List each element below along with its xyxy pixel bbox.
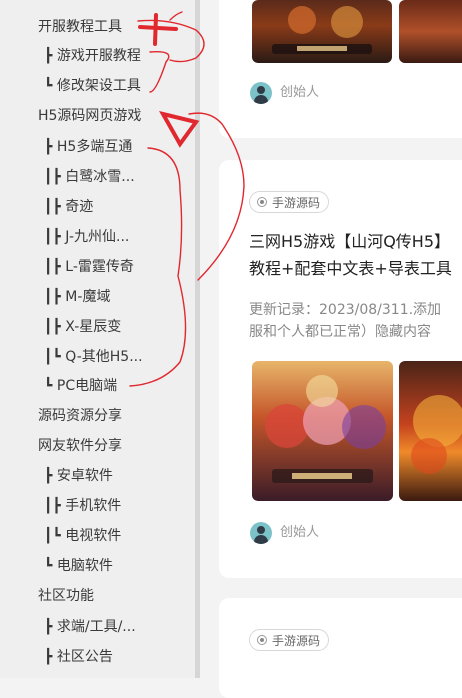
sidebar-item-bailu-bingxue[interactable]: ┃┣ 白鹭冰雪... bbox=[44, 166, 135, 188]
sidebar-item-source-sharing[interactable]: 源码资源分享 bbox=[38, 405, 122, 427]
post-card-1[interactable]: 创始人 bbox=[219, 0, 462, 138]
post-card-2[interactable]: 手游源码 三网H5游戏【山河Q传H5】 教程+配套中文表+导表工具 更新记录：2… bbox=[219, 160, 462, 578]
post-title-line-1[interactable]: 三网H5游戏【山河Q传H5】 bbox=[249, 229, 450, 255]
game-art-image bbox=[265, 375, 386, 483]
sidebar: 开服教程工具 ┣ 游戏开服教程 ┗ 修改架设工具 H5源码网页游戏 ┣ H5多端… bbox=[0, 0, 195, 678]
post-author[interactable]: 创始人 bbox=[250, 81, 319, 105]
post-author[interactable]: 创始人 bbox=[250, 521, 319, 545]
sidebar-item-h5-web-games[interactable]: H5源码网页游戏 bbox=[38, 105, 141, 127]
post-title-line-2[interactable]: 教程+配套中文表+导表工具 bbox=[249, 256, 452, 282]
avatar bbox=[250, 82, 272, 104]
post-thumbnail[interactable] bbox=[252, 361, 393, 501]
tag-icon bbox=[257, 197, 267, 207]
post-excerpt-line-1: 更新记录：2023/08/311.添加 bbox=[249, 302, 442, 318]
tag-label: 手游源码 bbox=[272, 634, 321, 648]
sidebar-scrollbar[interactable] bbox=[195, 0, 200, 678]
sidebar-item-pc[interactable]: ┗ PC电脑端 bbox=[44, 375, 117, 397]
sidebar-item-announcements[interactable]: ┣ 社区公告 bbox=[44, 646, 113, 668]
post-excerpt-line-2: 服和个人都已正常）隐藏内容 bbox=[249, 324, 431, 340]
post-thumbnail[interactable] bbox=[399, 361, 462, 501]
post-thumbnail[interactable] bbox=[399, 0, 462, 63]
sidebar-item-leiting-chuanqi[interactable]: ┃┣ L-雷霆传奇 bbox=[44, 256, 134, 278]
avatar bbox=[250, 522, 272, 544]
author-name: 创始人 bbox=[280, 525, 320, 540]
sidebar-item-requests-tools[interactable]: ┣ 求端/工具/... bbox=[44, 616, 136, 638]
game-art-image bbox=[411, 395, 462, 474]
tag-icon bbox=[257, 635, 267, 645]
sidebar-item-pc-software[interactable]: ┗ 电脑软件 bbox=[44, 555, 113, 577]
sidebar-item-user-software[interactable]: 网友软件分享 bbox=[38, 435, 122, 457]
tag-label: 手游源码 bbox=[272, 196, 321, 210]
sidebar-item-android-software[interactable]: ┣ 安卓软件 bbox=[44, 465, 113, 487]
sidebar-item-h5-multi-platform[interactable]: ┣ H5多端互通 bbox=[44, 136, 132, 158]
category-tag[interactable]: 手游源码 bbox=[249, 191, 330, 213]
sidebar-item-tv-software[interactable]: ┃┗ 电视软件 bbox=[44, 525, 121, 547]
sidebar-item-qiji[interactable]: ┃┣ 奇迹 bbox=[44, 196, 93, 218]
sidebar-item-game-server-tutorial[interactable]: ┣ 游戏开服教程 bbox=[44, 45, 141, 67]
sidebar-item-modify-setup-tools[interactable]: ┗ 修改架设工具 bbox=[44, 75, 141, 97]
sidebar-item-moyu[interactable]: ┃┣ M-魔域 bbox=[44, 286, 110, 308]
sidebar-item-other-h5[interactable]: ┃┗ Q-其他H5... bbox=[44, 346, 143, 368]
category-tag[interactable]: 手游源码 bbox=[249, 629, 330, 651]
sidebar-item-community[interactable]: 社区功能 bbox=[38, 585, 94, 607]
game-art-image bbox=[272, 6, 372, 54]
post-thumbnail[interactable] bbox=[252, 0, 392, 63]
post-card-3[interactable]: 手游源码 bbox=[219, 598, 462, 698]
sidebar-item-phone-software[interactable]: ┃┣ 手机软件 bbox=[44, 495, 121, 517]
sidebar-item-server-tutorial-tools[interactable]: 开服教程工具 bbox=[38, 16, 122, 38]
sidebar-item-jiuzhou-xian[interactable]: ┃┣ J-九州仙... bbox=[44, 226, 129, 248]
author-name: 创始人 bbox=[280, 85, 320, 100]
sidebar-item-xingchenbian[interactable]: ┃┣ X-星辰变 bbox=[44, 316, 121, 338]
